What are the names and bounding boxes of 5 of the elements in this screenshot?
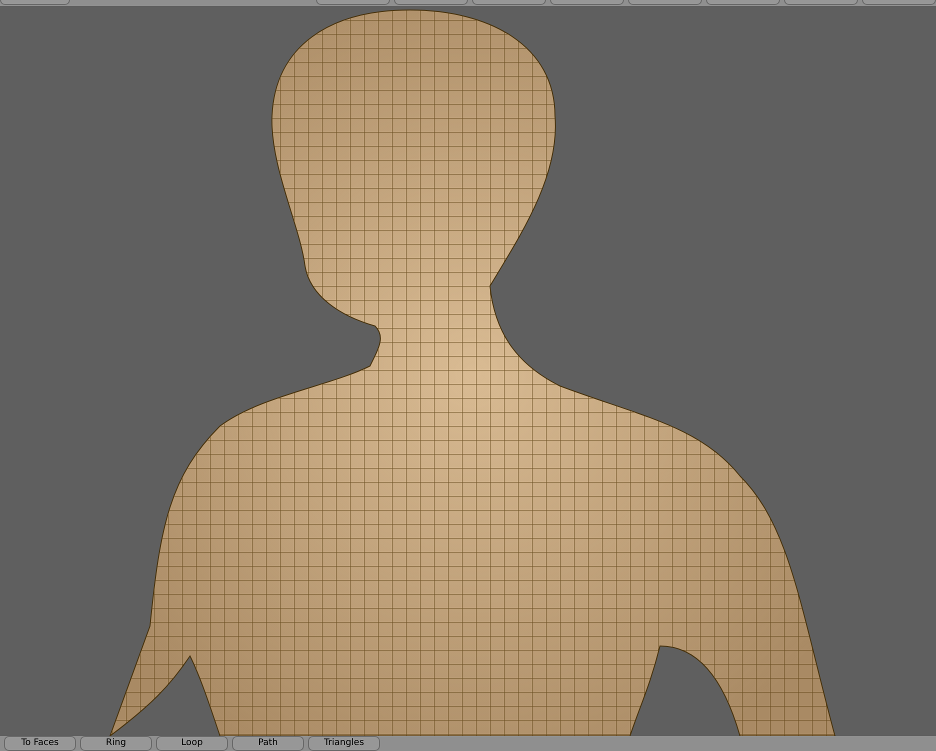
toolbar-button[interactable]: Triangles bbox=[308, 736, 380, 751]
toolbar-button[interactable]: Path bbox=[232, 736, 304, 751]
toolbar-button[interactable]: Ring bbox=[80, 736, 152, 751]
toolbar-button[interactable]: To Faces bbox=[4, 736, 76, 751]
toolbar-button[interactable]: Loop bbox=[156, 736, 228, 751]
